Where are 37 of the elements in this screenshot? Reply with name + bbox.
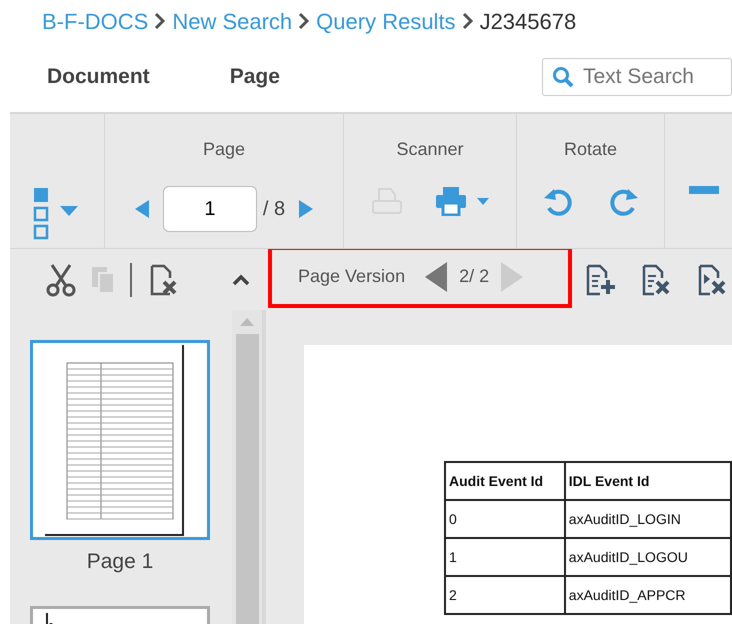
chevron-right-icon xyxy=(462,12,474,30)
previous-version-icon[interactable] xyxy=(425,262,448,292)
page-version-label: Page Version xyxy=(298,265,406,288)
next-page-icon[interactable] xyxy=(299,200,314,218)
table-header-cell: Audit Event Id xyxy=(445,462,565,500)
remove-version-icon[interactable] xyxy=(696,264,728,296)
group-label: Page xyxy=(202,138,246,161)
previous-page-icon[interactable] xyxy=(134,200,149,218)
group-label: Scanner xyxy=(396,138,464,161)
scissors-icon[interactable] xyxy=(46,262,76,296)
thumbnail-label: Page 1 xyxy=(86,549,154,575)
menu-tab[interactable]: Document xyxy=(47,61,150,93)
page-number-field[interactable]: 1 xyxy=(162,186,257,232)
table-cell: 2 xyxy=(445,576,565,614)
search-field[interactable]: Text Search xyxy=(542,58,732,96)
rotate-left-icon[interactable] xyxy=(542,186,574,216)
page-thumbnail[interactable] xyxy=(30,340,210,540)
page-version-value: 2/ 2 xyxy=(459,265,490,288)
rotate-right-icon[interactable] xyxy=(608,186,640,216)
table-cell: axAuditID_APPCR xyxy=(564,576,731,614)
caret-icon[interactable] xyxy=(477,198,489,204)
chevron-right-icon xyxy=(154,12,166,30)
table-cell: axAuditID_LOGIN xyxy=(564,500,731,538)
table-cell: axAuditID_LOGOU xyxy=(564,538,731,576)
scrollbar-thumb[interactable] xyxy=(236,334,258,624)
add-page-icon[interactable] xyxy=(584,264,616,296)
scroll-up-icon[interactable] xyxy=(240,318,254,326)
collapse-up-icon[interactable] xyxy=(232,274,250,286)
table-cell: 1 xyxy=(445,538,565,576)
menu-tab[interactable]: Page xyxy=(230,61,280,93)
chevron-right-icon xyxy=(298,12,310,30)
table-cell: 0 xyxy=(445,500,565,538)
page-total: / 8 xyxy=(262,197,286,222)
remove-page-icon[interactable] xyxy=(640,264,672,296)
table-header-cell: IDL Event Id xyxy=(564,462,731,500)
group-label: Rotate xyxy=(564,138,618,161)
breadcrumb-current: J2345678 xyxy=(480,8,576,36)
